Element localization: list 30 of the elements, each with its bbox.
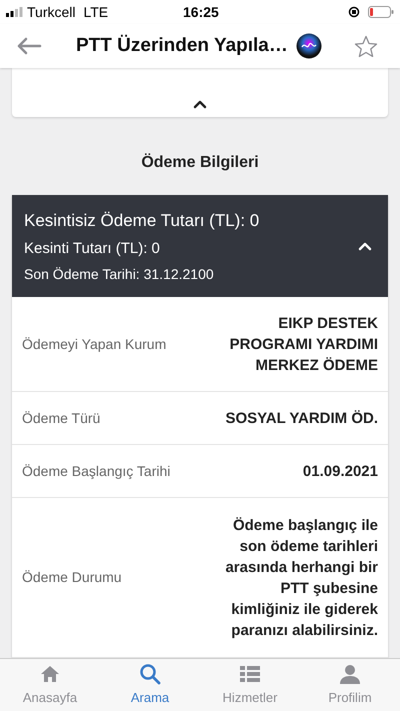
clock-time: 16:25 — [183, 2, 219, 22]
field-label: Ödeme Başlangıç Tarihi — [22, 462, 172, 481]
tab-item[interactable]: Anasayfa — [0, 659, 100, 711]
page-title: PTT Üzerinden Yapıla… — [76, 34, 288, 58]
tab-item[interactable]: Arama — [100, 659, 200, 711]
summary-header[interactable]: Kesintisiz Ödeme Tutarı (TL): 0 Kesinti Tutarı (TL): 0 Son Ödeme Tarihi: 31.12.2100 — [12, 195, 388, 297]
battery-icon — [368, 6, 394, 18]
field-value: Ödeme başlangıç ile son ödeme tarihleri arasında herhangi bir PTT şubesine kimliğiniz ile giderek paranızı alabilirsiniz. — [224, 516, 378, 640]
chevron-up-icon[interactable] — [193, 100, 207, 109]
tab-item[interactable]: Profilim — [300, 659, 400, 711]
orb-icon[interactable] — [296, 33, 322, 59]
field-label: Ödeme Durumu — [22, 568, 123, 587]
field-value: EIKP DESTEK PROGRAMI YARDIMI MERKEZ ÖDEME — [228, 314, 378, 376]
section-title: Ödeme Bilgileri — [140, 152, 260, 173]
summary-line: Kesintisiz Ödeme Tutarı (TL): 0 — [24, 210, 260, 232]
person-icon — [338, 662, 362, 686]
back-arrow-icon[interactable] — [16, 37, 42, 55]
field-value: 01.09.2021 — [302, 462, 378, 482]
field-label: Ödeme Türü — [22, 408, 102, 428]
summary-line: Kesinti Tutarı (TL): 0 — [24, 238, 161, 258]
field-value: SOSYAL YARDIM ÖD. — [224, 408, 378, 428]
network-type: LTE — [84, 2, 108, 22]
carrier-name: Turkcell — [27, 2, 76, 22]
rotation-lock-icon — [348, 6, 360, 18]
field-label: Ödemeyi Yapan Kurum — [22, 334, 168, 354]
star-icon[interactable] — [354, 34, 378, 58]
tab-item[interactable]: Hizmetler — [200, 659, 300, 711]
signal-icon — [6, 7, 23, 17]
search-icon — [138, 662, 162, 686]
summary-line: Son Ödeme Tarihi: 31.12.2100 — [24, 265, 215, 284]
